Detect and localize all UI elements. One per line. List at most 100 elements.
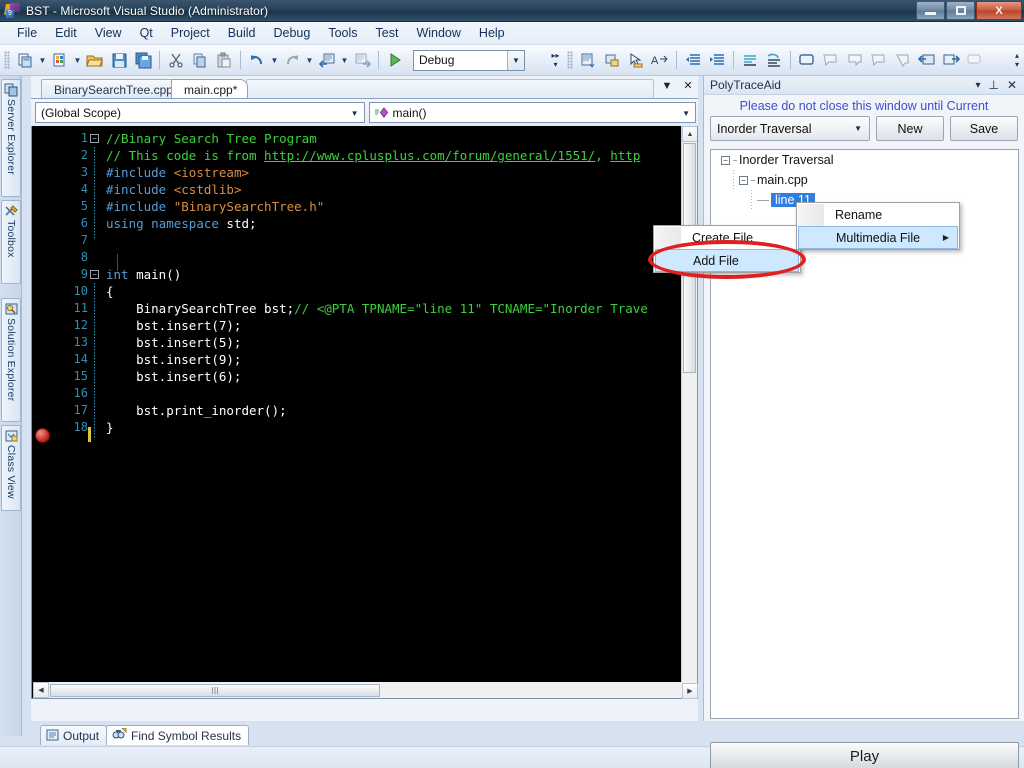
traversal-dropdown[interactable]: Inorder Traversal ▼ (710, 116, 870, 141)
toggle-all-icon[interactable] (964, 49, 986, 71)
cut-icon[interactable] (165, 49, 187, 71)
close-button[interactable]: X (976, 1, 1022, 20)
tree-node-inorder-traversal[interactable]: − Inorder Traversal (711, 150, 1018, 170)
tab-main-cpp[interactable]: main.cpp* (171, 79, 249, 98)
save-icon[interactable] (108, 49, 130, 71)
save-all-icon[interactable] (132, 49, 154, 71)
new-button[interactable]: New (876, 116, 944, 141)
menu-edit[interactable]: Edit (46, 23, 86, 43)
toolbar-grip-2[interactable] (566, 51, 573, 69)
toggle-bookmark-icon[interactable] (796, 49, 818, 71)
chevron-down-icon[interactable]: ▼ (507, 50, 524, 70)
window-list-icon[interactable] (577, 49, 599, 71)
increase-indent-icon[interactable] (706, 49, 728, 71)
sidebar-label-toolbox: Toolbox (5, 220, 17, 258)
play-button[interactable]: Play (710, 742, 1019, 768)
code-editor[interactable]: 1 2 3 4 5 6 7 8 9 10 11 12 13 14 15 16 17 18 − − //Binary… (31, 126, 698, 699)
member-dropdown[interactable]: main() ▼ (368, 102, 696, 123)
toolbar-overflow-button-2[interactable]: ▴ ▾ (1010, 46, 1024, 74)
fold-toggle-line-1[interactable]: − (90, 134, 99, 143)
tree-expander-icon[interactable]: − (721, 155, 730, 165)
minimize-button[interactable] (916, 1, 945, 20)
editor-horizontal-scrollbar[interactable]: ◀ (33, 682, 683, 698)
menu-view[interactable]: View (86, 23, 131, 43)
pointer-select-icon[interactable] (625, 49, 647, 71)
redo-dropdown-icon[interactable]: ▼ (304, 49, 315, 71)
clear-bookmarks-icon[interactable] (916, 49, 938, 71)
sidebar-item-server-explorer[interactable]: Server Explorer (1, 79, 21, 197)
undo-icon[interactable] (246, 49, 268, 71)
tree-node-main-cpp[interactable]: − main.cpp (711, 170, 1018, 190)
decrease-indent-icon[interactable] (682, 49, 704, 71)
open-file-icon[interactable] (84, 49, 106, 71)
menu-test[interactable]: Test (367, 23, 408, 43)
new-item-dropdown-icon[interactable]: ▼ (72, 49, 83, 71)
sidebar-item-toolbox[interactable]: Toolbox (1, 200, 21, 284)
menu-project[interactable]: Project (162, 23, 219, 43)
copy-icon[interactable] (189, 49, 211, 71)
tab-binarysearchtree-cpp[interactable]: BinarySearchTree.cpp (41, 79, 184, 98)
next-bookmark-icon[interactable] (844, 49, 866, 71)
paste-icon[interactable] (213, 49, 235, 71)
new-project-icon[interactable] (14, 49, 36, 71)
source-code-text[interactable]: //Binary Search Tree Program // This code… (106, 130, 697, 436)
close-icon[interactable]: ✕ (1007, 78, 1017, 92)
menu-file[interactable]: File (8, 23, 46, 43)
fold-toggle-line-9[interactable]: − (90, 270, 99, 279)
tab-find-symbol-results[interactable]: Find Symbol Results (106, 725, 250, 745)
prev-bookmark-icon[interactable] (820, 49, 842, 71)
menu-qt[interactable]: Qt (131, 23, 162, 43)
menu-item-rename[interactable]: Rename (797, 203, 959, 226)
menu-window[interactable]: Window (407, 23, 469, 43)
navigate-backward-icon[interactable] (316, 49, 338, 71)
chevron-down-icon[interactable]: ▼ (854, 124, 862, 133)
menu-item-multimedia-file[interactable]: Multimedia File ▶ (798, 226, 958, 249)
redo-icon[interactable] (281, 49, 303, 71)
navigate-forward-icon[interactable] (351, 49, 373, 71)
scroll-right-arrow-icon[interactable]: ▶ (682, 683, 698, 699)
new-item-icon[interactable] (49, 49, 71, 71)
close-icon[interactable]: ✕ (682, 79, 694, 92)
window-position-icon[interactable]: ▾ (975, 80, 980, 91)
menu-build[interactable]: Build (219, 23, 265, 43)
tree-expander-icon[interactable]: − (739, 175, 748, 185)
scope-dropdown[interactable]: (Global Scope) ▼ (35, 102, 365, 123)
save-button[interactable]: Save (950, 116, 1018, 141)
sidebar-item-class-view[interactable]: Class View (1, 425, 21, 511)
navigate-backward-dropdown-icon[interactable]: ▼ (339, 49, 350, 71)
menu-item-add-file[interactable]: Add File (655, 249, 799, 272)
menu-item-create-file[interactable]: Create File (654, 226, 800, 249)
sidebar-item-solution-explorer[interactable]: Solution Explorer (1, 298, 21, 422)
start-debugging-icon[interactable] (384, 49, 406, 71)
configuration-combo[interactable]: Debug ▼ (413, 49, 525, 71)
menu-debug[interactable]: Debug (264, 23, 319, 43)
toolbar-overflow-button[interactable]: ▸▸ ▾ (549, 46, 563, 74)
restore-button[interactable] (946, 1, 975, 20)
breakpoint-marker[interactable] (35, 428, 50, 443)
breakpoint-gutter[interactable] (32, 126, 54, 698)
prev-bookmark-folder-icon[interactable] (868, 49, 890, 71)
horizontal-scroll-thumb[interactable] (50, 683, 380, 697)
comment-lines-icon[interactable] (739, 49, 761, 71)
menu-tools[interactable]: Tools (319, 23, 366, 43)
scroll-left-arrow-icon[interactable]: ◀ (33, 682, 49, 698)
tab-output[interactable]: Output (40, 725, 108, 745)
scroll-up-arrow-icon[interactable]: ▲ (682, 126, 697, 142)
chevron-down-icon[interactable]: ▼ (351, 109, 359, 118)
find-symbol-icon[interactable]: A (649, 49, 671, 71)
member-value: main() (392, 105, 427, 120)
toggle-properties-icon[interactable] (601, 49, 623, 71)
auto-hide-pin-icon[interactable]: ⊥ (988, 78, 998, 92)
line-number: 12 (73, 318, 88, 332)
chevron-down-icon[interactable]: ▼ (661, 80, 673, 92)
chevron-down-icon[interactable]: ▼ (682, 109, 690, 118)
code-folding-margin[interactable]: − − (90, 130, 104, 698)
undo-dropdown-icon[interactable]: ▼ (269, 49, 280, 71)
uncomment-lines-icon[interactable] (763, 49, 785, 71)
toolbar-grip[interactable] (4, 51, 10, 69)
editor-vertical-scrollbar[interactable]: ▲ ▼ (681, 126, 697, 698)
next-bookmark-folder-icon[interactable] (892, 49, 914, 71)
new-project-dropdown-icon[interactable]: ▼ (37, 49, 48, 71)
goto-definition-icon[interactable] (940, 49, 962, 71)
menu-help[interactable]: Help (470, 23, 514, 43)
